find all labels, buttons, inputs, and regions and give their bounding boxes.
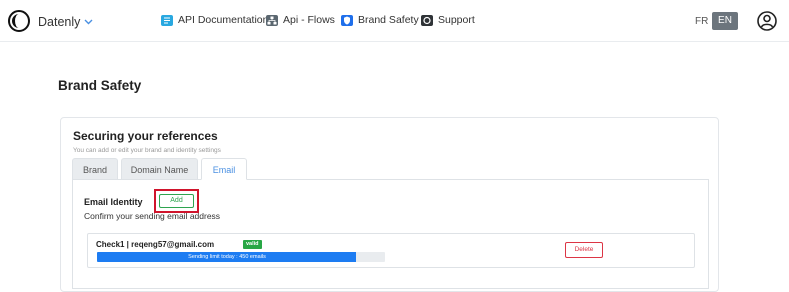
- brand-name: Datenly: [38, 15, 81, 29]
- sitemap-icon: [266, 14, 278, 26]
- datenly-logo-icon[interactable]: [8, 10, 30, 32]
- lang-fr-link[interactable]: FR: [695, 16, 708, 27]
- confirm-email-text: Confirm your sending email address: [84, 211, 221, 221]
- tab-email[interactable]: Email: [201, 158, 247, 180]
- email-entry-row: Check1 | reqeng57@gmail.com valid Sendin…: [87, 233, 695, 268]
- sending-limit-progress: Sending limit today : 450 emails: [97, 252, 385, 262]
- valid-badge: valid: [243, 240, 262, 249]
- progress-text: Sending limit today : 450 emails: [188, 254, 266, 260]
- nav-label: Brand Safety: [358, 14, 419, 26]
- chevron-down-icon: [84, 19, 93, 25]
- user-circle-icon[interactable]: [757, 11, 777, 31]
- card-title: Securing your references: [73, 129, 218, 143]
- book-icon: [161, 14, 173, 26]
- support-icon: [421, 14, 433, 26]
- nav-support[interactable]: Support: [421, 14, 475, 26]
- add-button-highlight: Add: [154, 189, 199, 213]
- nav-api-flows[interactable]: Api - Flows: [266, 14, 335, 26]
- delete-email-button[interactable]: Delete: [565, 242, 603, 258]
- nav-label: Api - Flows: [283, 14, 335, 26]
- nav-label: API Documentation: [178, 14, 269, 26]
- email-tab-panel: Email Identity Add Confirm your sending …: [72, 179, 709, 289]
- email-address: Check1 | reqeng57@gmail.com: [96, 240, 215, 249]
- brand-selector[interactable]: Datenly: [38, 15, 93, 29]
- tab-brand[interactable]: Brand: [72, 158, 118, 180]
- lang-en-button[interactable]: EN: [712, 12, 738, 30]
- card-subtitle: You can add or edit your brand and ident…: [73, 147, 221, 154]
- nav-label: Support: [438, 14, 475, 26]
- email-identity-label: Email Identity: [84, 197, 143, 207]
- top-navbar: Datenly API Documentation Api - Flows Br…: [0, 0, 789, 42]
- tab-domain-name[interactable]: Domain Name: [121, 158, 198, 180]
- page-title: Brand Safety: [58, 78, 142, 93]
- nav-api-documentation[interactable]: API Documentation: [161, 14, 268, 26]
- references-card: Securing your references You can add or …: [60, 117, 719, 292]
- add-email-button[interactable]: Add: [159, 194, 194, 208]
- nav-brand-safety[interactable]: Brand Safety: [341, 14, 419, 26]
- shield-icon: [341, 14, 353, 26]
